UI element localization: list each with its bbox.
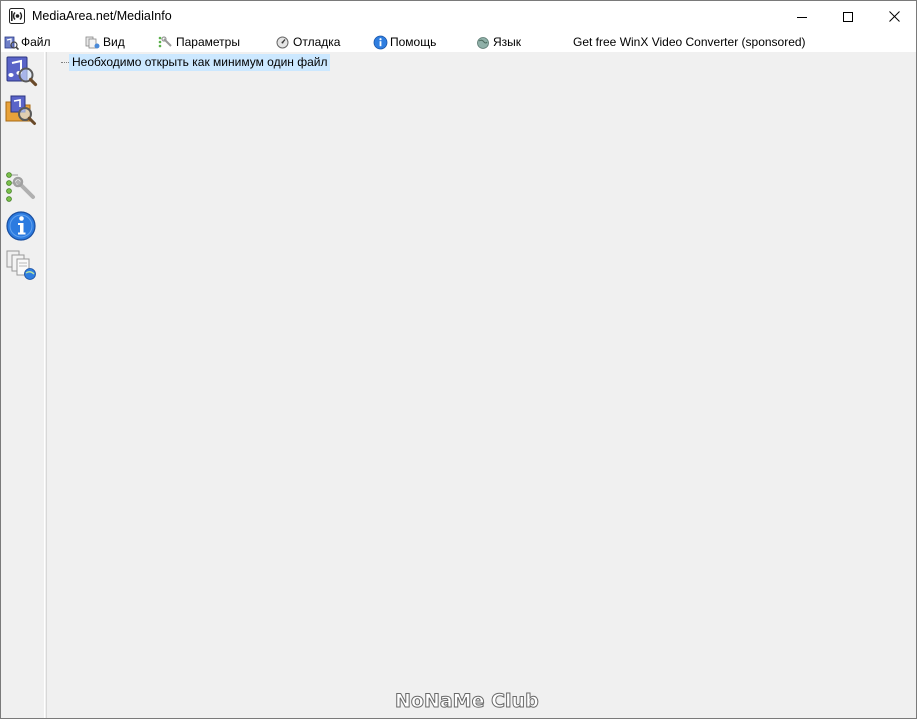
menu-language-label: Язык	[493, 35, 522, 49]
close-button[interactable]	[871, 1, 916, 32]
menu-debug[interactable]: Отладка	[275, 33, 340, 51]
menu-options-label: Параметры	[176, 35, 240, 49]
menu-view-label: Вид	[103, 35, 125, 49]
export-button[interactable]	[4, 248, 38, 282]
about-button[interactable]	[4, 209, 38, 243]
minimize-button[interactable]	[779, 1, 825, 32]
debug-icon	[276, 36, 289, 48]
export-icon	[6, 250, 36, 280]
open-folder-button[interactable]	[4, 93, 38, 127]
title-bar[interactable]: MediaArea.net/MediaInfo	[1, 1, 916, 32]
view-icon	[85, 36, 100, 48]
menu-debug-label: Отладка	[293, 35, 341, 49]
app-window: MediaArea.net/MediaInfo Файл Вид Парамет…	[0, 0, 917, 719]
tree-node-message[interactable]: Необходимо открыть как минимум один файл	[69, 54, 331, 71]
menu-language[interactable]: Язык	[475, 33, 521, 51]
maximize-button[interactable]	[825, 1, 871, 32]
info-tree-view[interactable]: Необходимо открыть как минимум один файл	[46, 52, 916, 718]
menu-bar: Файл Вид Параметры Отладка Помощь Язык G…	[1, 32, 916, 52]
preferences-icon	[6, 172, 35, 202]
menu-view[interactable]: Вид	[85, 33, 125, 51]
menu-sponsored-label: Get free WinX Video Converter (sponsored…	[573, 35, 806, 49]
side-toolbar	[1, 52, 45, 718]
help-icon	[373, 35, 388, 49]
menu-file[interactable]: Файл	[4, 33, 51, 51]
open-file-button[interactable]	[4, 54, 38, 88]
minimize-icon	[797, 16, 807, 18]
file-open-icon	[4, 36, 19, 50]
window-title: MediaArea.net/MediaInfo	[32, 9, 172, 23]
language-icon	[477, 36, 489, 49]
close-icon	[888, 11, 900, 22]
preferences-button[interactable]	[4, 170, 38, 204]
mediainfo-logo-icon	[9, 8, 25, 24]
options-icon	[158, 35, 172, 47]
menu-file-label: Файл	[21, 35, 51, 49]
menu-help-label: Помощь	[390, 35, 437, 49]
open-folder-icon	[5, 95, 36, 125]
menu-options[interactable]: Параметры	[158, 33, 240, 51]
maximize-icon	[843, 11, 853, 22]
tree-connector	[61, 62, 69, 63]
open-file-icon	[6, 56, 38, 87]
watermark-logo: NoNaMe Club	[395, 690, 540, 713]
menu-help[interactable]: Помощь	[373, 33, 436, 51]
about-icon	[6, 211, 36, 241]
menu-sponsored-link[interactable]: Get free WinX Video Converter (sponsored…	[573, 33, 806, 51]
